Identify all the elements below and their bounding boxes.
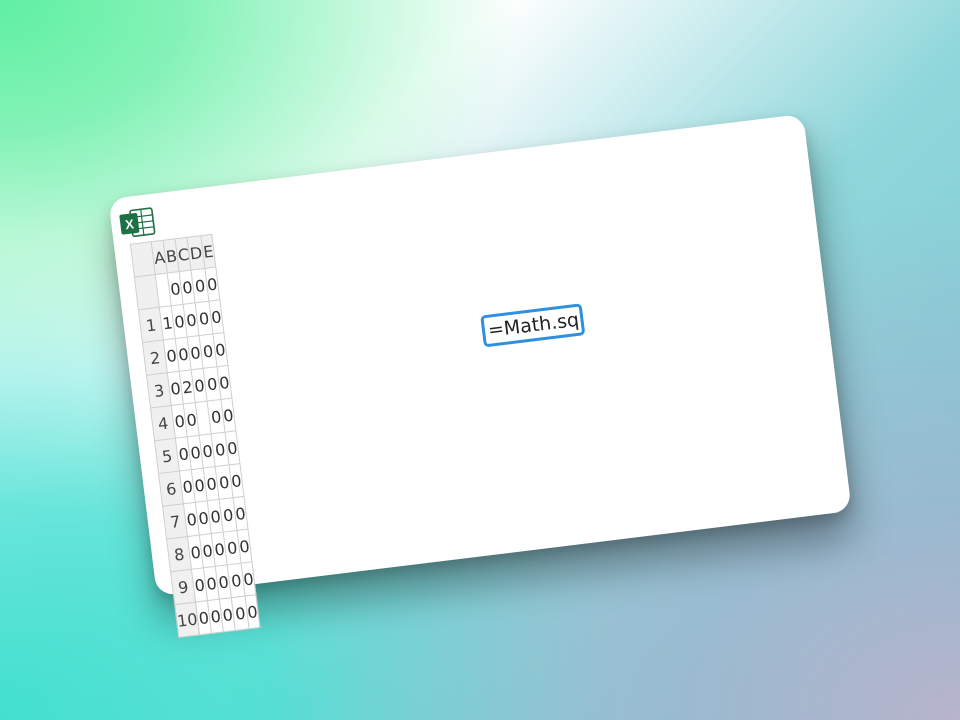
spreadsheet-table: ABCDE 0000110000200000302000400005000006… <box>130 234 261 638</box>
spreadsheet-card: X ABCDE 00001100002000003020004000050000… <box>108 113 852 638</box>
cell-editor-input[interactable] <box>480 303 586 348</box>
excel-icon: X <box>118 206 157 240</box>
